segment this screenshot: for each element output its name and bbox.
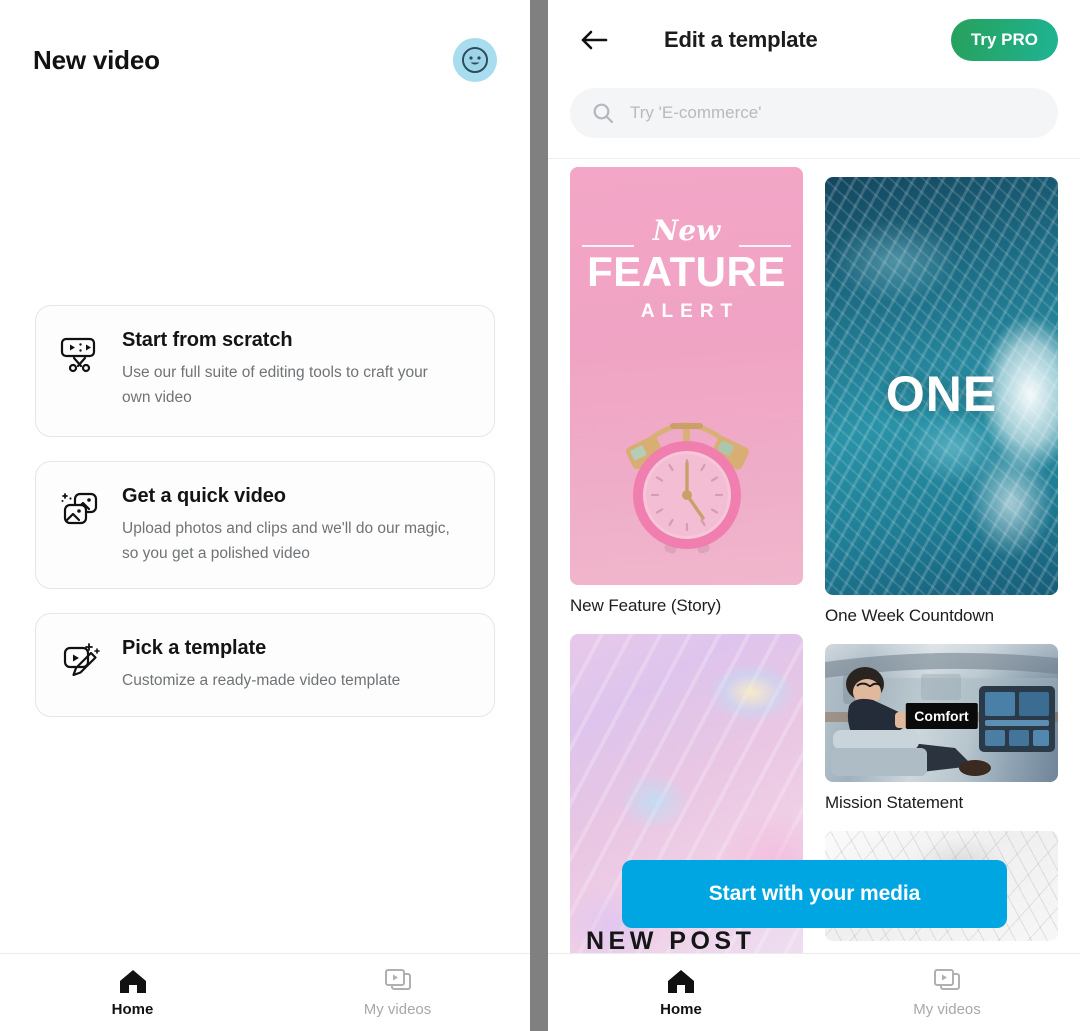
- home-icon: [668, 969, 694, 993]
- search-zone: Try 'E-commerce': [548, 80, 1080, 159]
- card-text-block: Start from scratch Use our full suite of…: [122, 328, 452, 410]
- search-placeholder: Try 'E-commerce': [630, 103, 762, 122]
- nav-label-my-videos: My videos: [363, 1000, 432, 1018]
- photo-stack-sparkle-icon: [58, 488, 102, 532]
- user-avatar-face-icon[interactable]: [453, 38, 497, 82]
- template-thumbnail: Comfort: [825, 644, 1058, 782]
- card-description: Use our full suite of editing tools to c…: [122, 364, 428, 407]
- home-icon: [119, 969, 146, 993]
- nav-label-home: Home: [111, 1000, 154, 1018]
- template-label: One Week Countdown: [825, 606, 994, 625]
- magic-wand-play-icon: [58, 640, 102, 684]
- template-card-one-week-countdown[interactable]: ONE One Week Countdown: [825, 177, 1058, 626]
- overlay-script-word: New: [652, 214, 721, 247]
- search-icon: [593, 103, 614, 124]
- left-header: New video: [0, 0, 530, 120]
- page-title: New video: [33, 44, 160, 75]
- panel-divider: [530, 0, 548, 1031]
- video-stack-icon: [934, 968, 960, 990]
- card-text-block: Pick a template Customize a ready-made v…: [122, 636, 400, 693]
- film-scissors-icon: [58, 332, 102, 376]
- card-title: Pick a template: [122, 637, 267, 660]
- card-start-from-scratch[interactable]: Start from scratch Use our full suite of…: [35, 305, 495, 438]
- action-card-list: Start from scratch Use our full suite of…: [0, 305, 530, 717]
- card-description: Customize a ready-made video template: [122, 672, 401, 690]
- nav-item-home[interactable]: Home: [0, 968, 265, 1018]
- overlay-main-word: Comfort: [905, 702, 978, 729]
- overlay-main-word: FEATURE: [587, 248, 786, 295]
- nav-item-home[interactable]: Home: [548, 968, 814, 1018]
- dual-screenshot-canvas: New video Start from scratch Use our ful…: [0, 0, 1080, 1031]
- card-title: Get a quick video: [122, 485, 286, 508]
- template-thumbnail: ONE: [825, 177, 1058, 595]
- right-bottom-nav: Home My videos: [548, 953, 1080, 1031]
- back-arrow-glyph: [581, 30, 608, 50]
- template-column-right: ONE One Week Countdown Comfort Mission S…: [825, 177, 1058, 959]
- nav-item-my-videos[interactable]: My videos: [265, 968, 530, 1018]
- start-with-your-media-button[interactable]: Start with your media: [622, 860, 1007, 928]
- nav-label-home: Home: [660, 1000, 702, 1018]
- template-label: New Feature (Story): [570, 596, 722, 615]
- card-description: Upload photos and clips and we'll do our…: [122, 520, 450, 563]
- left-bottom-nav: Home My videos: [0, 953, 530, 1031]
- video-stack-icon: [384, 968, 411, 990]
- overlay-main-word: ONE: [885, 366, 998, 422]
- search-input[interactable]: Try 'E-commerce': [570, 88, 1058, 138]
- template-card-new-feature[interactable]: New FEATURE ALERT New Feature (Story): [570, 167, 803, 616]
- card-text-block: Get a quick video Upload photos and clip…: [122, 484, 452, 566]
- overlay-sub-word: ALERT: [640, 301, 740, 323]
- avatar-face-glyph: [462, 47, 488, 73]
- card-pick-a-template[interactable]: Pick a template Customize a ready-made v…: [35, 613, 495, 717]
- card-title: Start from scratch: [122, 329, 293, 351]
- left-screen-new-video: New video Start from scratch Use our ful…: [0, 0, 530, 1031]
- screen-title: Edit a template: [664, 27, 818, 52]
- alarm-clock-illustration: [570, 383, 803, 563]
- alarm-clock-glyph: [626, 422, 749, 554]
- template-card-mission-statement[interactable]: Comfort Mission Statement: [825, 644, 1058, 813]
- nav-item-my-videos[interactable]: My videos: [814, 968, 1080, 1018]
- back-arrow-icon[interactable]: [576, 22, 612, 58]
- nav-label-my-videos: My videos: [913, 1000, 981, 1018]
- template-label: Mission Statement: [825, 793, 964, 812]
- try-pro-button[interactable]: Try PRO: [950, 19, 1058, 61]
- right-header: Edit a template Try PRO: [548, 0, 1080, 80]
- thumbnail-overlay-text: New FEATURE ALERT: [570, 217, 803, 323]
- template-thumbnail: New FEATURE ALERT: [570, 167, 803, 585]
- card-get-a-quick-video[interactable]: Get a quick video Upload photos and clip…: [35, 461, 495, 590]
